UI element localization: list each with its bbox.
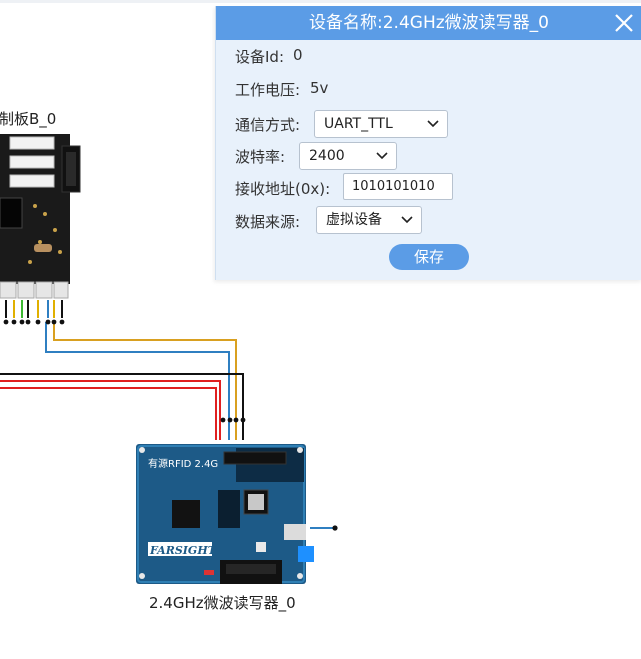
comm-mode-label: 通信方式: (235, 116, 301, 134)
chevron-down-icon (376, 152, 388, 160)
rfid-reader-board-image[interactable]: FARSIGHT 有源RFID 2.4G (136, 444, 316, 586)
data-source-select[interactable]: 虚拟设备 (316, 206, 422, 234)
voltage-value: 5v (310, 79, 329, 97)
brand-text: FARSIGHT (149, 544, 217, 557)
save-button[interactable]: 保存 (389, 244, 469, 270)
comm-mode-value: UART_TTL (324, 116, 393, 132)
data-source-value: 虚拟设备 (326, 212, 382, 228)
chevron-down-icon (427, 120, 439, 128)
dialog-title: 设备名称:2.4GHz微波读写器_0 (309, 13, 549, 33)
close-icon (615, 14, 633, 32)
board-title-text: 有源RFID 2.4G (148, 457, 218, 470)
baud-rate-select[interactable]: 2400 (299, 142, 397, 170)
receive-address-label: 接收地址(0x): (235, 180, 331, 198)
baud-rate-value: 2400 (309, 148, 345, 164)
voltage-label: 工作电压: (235, 81, 301, 99)
comm-mode-select[interactable]: UART_TTL (314, 110, 448, 138)
receive-address-input[interactable] (343, 173, 453, 200)
device-id-value: 0 (293, 46, 303, 64)
close-button[interactable] (612, 11, 636, 35)
device-label: 2.4GHz微波读写器_0 (149, 594, 296, 612)
device-settings-dialog: 设备名称:2.4GHz微波读写器_0 设备Id: 0 工作电压: 5v 通信方式… (215, 6, 641, 280)
baud-rate-label: 波特率: (235, 148, 286, 166)
data-source-label: 数据来源: (235, 213, 301, 231)
device-id-label: 设备Id: (235, 48, 284, 66)
chevron-down-icon (401, 216, 413, 224)
dialog-header: 设备名称:2.4GHz微波读写器_0 (216, 6, 641, 40)
